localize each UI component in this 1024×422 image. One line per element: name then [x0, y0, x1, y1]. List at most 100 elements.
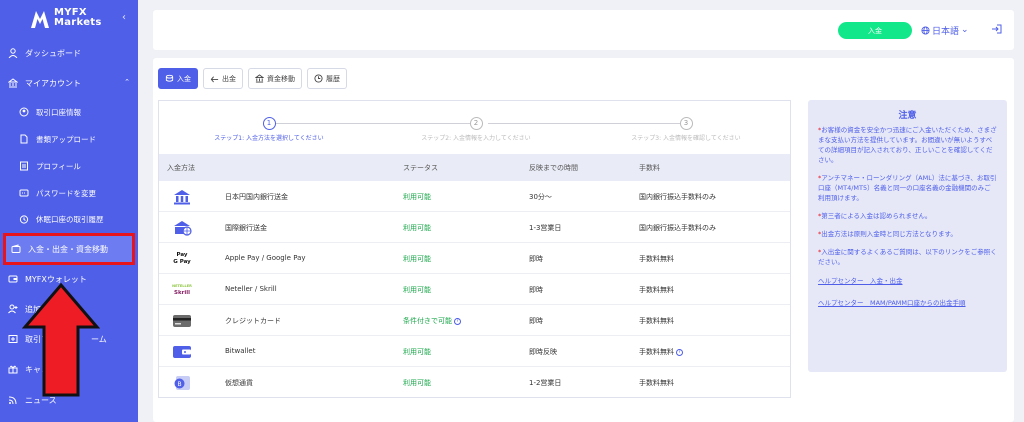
sidebar-item-label: 休眠口座の取引履歴 — [36, 214, 104, 224]
step-number: 2 — [469, 117, 483, 130]
sidebar-item-label: 取引口座情報 — [36, 107, 81, 117]
time-text: 1-3営業日 — [529, 224, 562, 232]
chevron-up-icon: ⌃ — [124, 78, 130, 86]
table-row[interactable]: Bitwallet 利用可能 即時反映 手数料無料? — [159, 336, 790, 367]
sidebar-item-dormant-history[interactable]: 休眠口座の取引履歴 — [0, 208, 138, 230]
notice-paragraph: *出金方法は原則入金時と同じ方法となります。 — [818, 230, 957, 238]
table-row[interactable]: Pay G Pay Apple Pay / Google Pay 利用可能 即時… — [159, 243, 790, 274]
fee-text: 国内銀行振込手数料のみ — [639, 224, 716, 232]
status-text: 利用可能 — [403, 286, 431, 294]
time-text: 即時 — [529, 317, 543, 325]
time-text: 1-2営業日 — [529, 379, 562, 387]
help-center-mam-pamm-link[interactable]: ヘルプセンター MAM/PAMM口座からの出金手順 — [818, 297, 997, 307]
international-bank-icon — [171, 218, 193, 237]
user-plus-icon — [7, 303, 19, 315]
status-text: 利用可能 — [403, 348, 431, 356]
step-1: 1 ステップ1: 入金方法を選択してください — [159, 117, 379, 142]
document-icon — [18, 133, 30, 145]
top-bar: 入金 日本語 ⌄ — [153, 10, 1014, 50]
status-text: 利用可能 — [403, 255, 431, 263]
step-3: 3 ステップ3: 入金情報を確認してください — [576, 117, 796, 142]
credit-card-icon — [171, 311, 193, 330]
neteller-skrill-icon: NETELLER Skrill — [172, 283, 192, 296]
fee-text: 国内銀行振込手数料のみ — [639, 193, 716, 201]
action-tabs: 入金 出金 資金移動 履歴 — [158, 68, 347, 89]
method-name: Apple Pay / Google Pay — [225, 254, 306, 262]
deposit-icon — [165, 74, 174, 82]
step-2: 2 ステップ2: 入金情報を入力してください — [366, 117, 586, 142]
sidebar-item-my-account[interactable]: マイアカウント ⌃ — [0, 72, 138, 94]
notice-panel: 注意 *お客様の資金を安全かつ迅速にご入金いただくため、さまざまな支払い方法を提… — [808, 100, 1007, 372]
status-text: 利用可能 — [403, 224, 431, 232]
notice-title: 注意 — [898, 111, 917, 121]
status-text: 利用可能 — [403, 193, 431, 201]
time-text: 即時 — [529, 286, 543, 294]
chevron-down-icon: ⌄ — [961, 25, 969, 35]
step-label: ステップ2: 入金情報を入力してください — [421, 135, 531, 142]
status-text: 利用可能 — [403, 379, 431, 387]
time-text: 30分〜 — [529, 193, 552, 201]
table-row[interactable]: クレジットカード 条件付きで可能? 即時 手数料無料 — [159, 305, 790, 336]
method-name: Bitwallet — [225, 347, 256, 355]
step-label: ステップ3: 入金情報を確認してください — [631, 135, 741, 142]
sidebar-item-label: 入金・出金・資金移動 — [28, 244, 108, 254]
tab-withdraw[interactable]: 出金 — [203, 68, 243, 89]
logout-icon[interactable] — [991, 23, 1003, 35]
tab-history[interactable]: 履歴 — [307, 68, 347, 89]
sidebar-item-label: 書類アップロード — [36, 134, 96, 144]
brand-logo[interactable]: MYFX Markets — [30, 6, 110, 34]
language-label: 日本語 — [932, 26, 960, 37]
table-row[interactable]: 国際銀行送金 利用可能 1-3営業日 国内銀行振込手数料のみ — [159, 212, 790, 243]
red-arrow-annotation — [22, 282, 100, 397]
table-header: 入金方法 ステータス 反映までの時間 手数料 — [159, 154, 790, 181]
step-number: 1 — [262, 117, 276, 130]
deposit-method-table: 1 ステップ1: 入金方法を選択してください 2 ステップ2: 入金情報を入力し… — [158, 100, 791, 398]
help-icon[interactable]: ? — [676, 348, 683, 356]
sidebar-item-dashboard[interactable]: ダッシュボード — [0, 42, 138, 64]
sidebar-item-deposit-withdraw-transfer[interactable]: 入金・出金・資金移動 — [3, 233, 135, 265]
fee-text: 手数料無料 — [639, 255, 674, 263]
table-row[interactable]: NETELLER Skrill Neteller / Skrill 利用可能 即… — [159, 274, 790, 305]
method-name: 日本円国内銀行送金 — [225, 193, 288, 201]
column-header: ステータス — [403, 164, 438, 172]
column-header: 入金方法 — [167, 164, 195, 172]
help-icon[interactable]: ? — [454, 317, 461, 325]
column-header: 手数料 — [639, 164, 660, 172]
sidebar-item-change-password[interactable]: パスワードを変更 — [0, 182, 138, 204]
method-name: クレジットカード — [225, 317, 281, 325]
person-icon — [7, 47, 19, 59]
bitwallet-icon — [171, 342, 193, 361]
fee-text: 手数料無料 — [639, 286, 674, 294]
help-center-deposit-link[interactable]: ヘルプセンター 入金・出金 — [818, 275, 997, 285]
deposit-button[interactable]: 入金 — [838, 22, 912, 39]
language-selector[interactable]: 日本語 ⌄ — [921, 22, 969, 38]
main-panel: 入金 出金 資金移動 履歴 1 ステップ1: 入金方法を選択してください 2 ス… — [153, 58, 1014, 422]
bank-icon — [171, 187, 193, 206]
collapse-sidebar-button[interactable]: ‹ — [122, 12, 126, 23]
time-text: 即時反映 — [529, 348, 557, 356]
method-name: Neteller / Skrill — [225, 285, 277, 293]
status-text: 条件付きで可能? — [403, 316, 461, 326]
wallet-card-icon — [7, 273, 19, 285]
account-icon — [18, 106, 30, 118]
brand-name: MYFX Markets — [54, 7, 102, 28]
step-number: 3 — [679, 117, 693, 130]
table-row[interactable]: 日本円国内銀行送金 利用可能 30分〜 国内銀行振込手数料のみ — [159, 181, 790, 212]
sidebar-item-account-info[interactable]: 取引口座情報 — [0, 101, 138, 123]
tab-deposit[interactable]: 入金 — [158, 68, 198, 89]
platform-icon — [7, 333, 19, 345]
notice-paragraph: *アンチマネー・ローンダリング（AML）法に基づき、お取引口座（MT4/MT5）… — [818, 174, 997, 202]
globe-icon — [921, 25, 930, 35]
crypto-icon: B — [171, 373, 193, 392]
sidebar-item-document-upload[interactable]: 書類アップロード — [0, 128, 138, 150]
time-text: 即時 — [529, 255, 543, 263]
method-name: 国際銀行送金 — [225, 224, 267, 232]
tab-transfer[interactable]: 資金移動 — [248, 68, 302, 89]
table-row[interactable]: B 仮想通貨 利用可能 1-2営業日 手数料無料 — [159, 367, 790, 398]
sidebar-item-label: ダッシュボード — [25, 48, 81, 58]
sidebar-item-profile[interactable]: プロフィール — [0, 155, 138, 177]
history-icon — [314, 74, 323, 83]
sidebar-item-label: マイアカウント — [25, 78, 81, 88]
notice-paragraph: *お客様の資金を安全かつ迅速にご入金いただくため、さまざまな支払い方法を提供して… — [818, 126, 997, 164]
notice-paragraph: *第三者による入金は認められません。 — [818, 212, 932, 220]
